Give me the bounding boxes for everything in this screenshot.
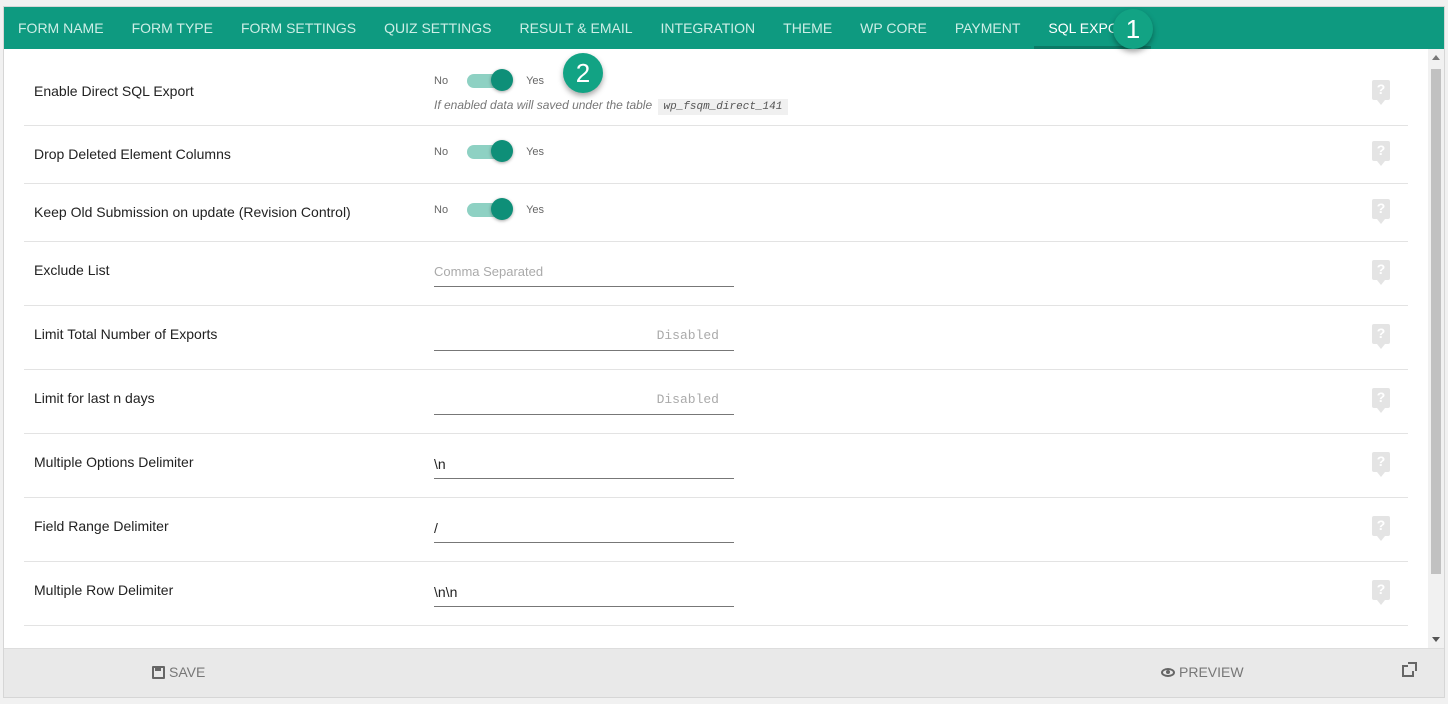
scroll-down-icon[interactable] [1432,637,1440,642]
tab-quiz-settings[interactable]: QUIZ SETTINGS [370,7,505,49]
content-scrollbar[interactable] [1428,49,1444,648]
toggle-yes-label: Yes [526,204,545,216]
save-button[interactable]: SAVE [152,664,205,680]
tab-form-type[interactable]: FORM TYPE [118,7,227,49]
limit-total-exports-label: Limit Total Number of Exports [34,326,218,342]
exclude-list-input[interactable]: Comma Separated [434,257,734,287]
multiple-options-delimiter-input[interactable]: \n [434,449,734,479]
help-icon[interactable]: ? [1372,141,1390,166]
setting-row-drop-deleted-columns: Drop Deleted Element Columns No Yes ? [24,126,1408,184]
tab-theme[interactable]: THEME [769,7,846,49]
drop-deleted-columns-label: Drop Deleted Element Columns [34,146,231,162]
sql-table-hint: If enabled data will saved under the tab… [434,98,789,115]
help-icon[interactable]: ? [1372,260,1390,285]
toggle-no-label: No [434,146,449,158]
keep-old-submission-toggle[interactable]: No Yes [434,198,545,220]
limit-last-days-label: Limit for last n days [34,390,155,406]
toggle-no-label: No [434,75,449,87]
help-icon[interactable]: ? [1372,324,1390,349]
tab-form-settings[interactable]: FORM SETTINGS [227,7,370,49]
toggle-track[interactable] [467,140,514,162]
enable-sql-export-toggle[interactable]: No Yes [434,69,545,91]
save-label: SAVE [169,664,206,680]
eye-icon [1161,667,1175,677]
setting-row-multiple-row-delimiter: Multiple Row Delimiter \n\n ? [24,562,1408,626]
setting-row-multiple-options-delimiter: Multiple Options Delimiter \n ? [24,434,1408,498]
multiple-options-delimiter-label: Multiple Options Delimiter [34,454,194,470]
callout-badge-2: 2 [563,53,603,93]
toggle-no-label: No [434,204,449,216]
help-icon[interactable]: ? [1372,580,1390,605]
floppy-disk-icon [152,665,165,679]
toggle-yes-label: Yes [526,146,545,158]
help-icon[interactable]: ? [1372,388,1390,413]
action-footer: SAVE PREVIEW [4,648,1444,697]
exclude-list-label: Exclude List [34,262,110,278]
toggle-knob[interactable] [491,198,514,220]
keep-old-submission-label: Keep Old Submission on update (Revision … [34,204,351,220]
enable-sql-export-label: Enable Direct SQL Export [34,83,194,99]
limit-last-days-input[interactable]: Disabled [434,385,734,415]
settings-tab-bar: FORM NAME FORM TYPE FORM SETTINGS QUIZ S… [4,7,1444,49]
scroll-up-icon[interactable] [1432,55,1440,60]
help-icon[interactable]: ? [1372,199,1390,224]
setting-row-limit-total-exports: Limit Total Number of Exports Disabled ? [24,306,1408,370]
limit-total-exports-input[interactable]: Disabled [434,321,734,351]
sql-table-hint-text: If enabled data will saved under the tab… [434,98,653,112]
field-range-delimiter-label: Field Range Delimiter [34,518,169,534]
sql-table-name: wp_fsqm_direct_141 [657,99,789,115]
help-icon[interactable]: ? [1372,452,1390,477]
tab-integration[interactable]: INTEGRATION [647,7,770,49]
toggle-track[interactable] [467,198,514,220]
setting-row-keep-old-submission: Keep Old Submission on update (Revision … [24,184,1408,242]
multiple-row-delimiter-input[interactable]: \n\n [434,577,734,607]
multiple-row-delimiter-label: Multiple Row Delimiter [34,582,174,598]
form-editor-panel: FORM NAME FORM TYPE FORM SETTINGS QUIZ S… [3,6,1445,698]
external-link-icon[interactable] [1402,662,1417,677]
field-range-delimiter-input[interactable]: / [434,513,734,543]
tab-wp-core[interactable]: WP CORE [846,7,941,49]
preview-label: PREVIEW [1179,664,1244,680]
toggle-yes-label: Yes [526,75,545,87]
drop-deleted-columns-toggle[interactable]: No Yes [434,140,545,162]
toggle-track[interactable] [467,69,514,91]
toggle-knob[interactable] [491,140,514,162]
tab-form-name[interactable]: FORM NAME [4,7,118,49]
tab-result-email[interactable]: RESULT & EMAIL [505,7,646,49]
scrollbar-thumb[interactable] [1431,69,1441,574]
callout-badge-1: 1 [1113,9,1153,49]
setting-row-field-range-delimiter: Field Range Delimiter / ? [24,498,1408,562]
help-icon[interactable]: ? [1372,80,1390,105]
toggle-knob[interactable] [491,69,514,91]
setting-row-enable-sql-export: Enable Direct SQL Export No Yes If enabl… [24,49,1408,126]
preview-button[interactable]: PREVIEW [1161,664,1244,680]
setting-row-exclude-list: Exclude List Comma Separated ? [24,242,1408,306]
tab-payment[interactable]: PAYMENT [941,7,1035,49]
setting-row-limit-last-days: Limit for last n days Disabled ? [24,370,1408,434]
sql-export-settings: Enable Direct SQL Export No Yes If enabl… [4,49,1428,648]
help-icon[interactable]: ? [1372,516,1390,541]
